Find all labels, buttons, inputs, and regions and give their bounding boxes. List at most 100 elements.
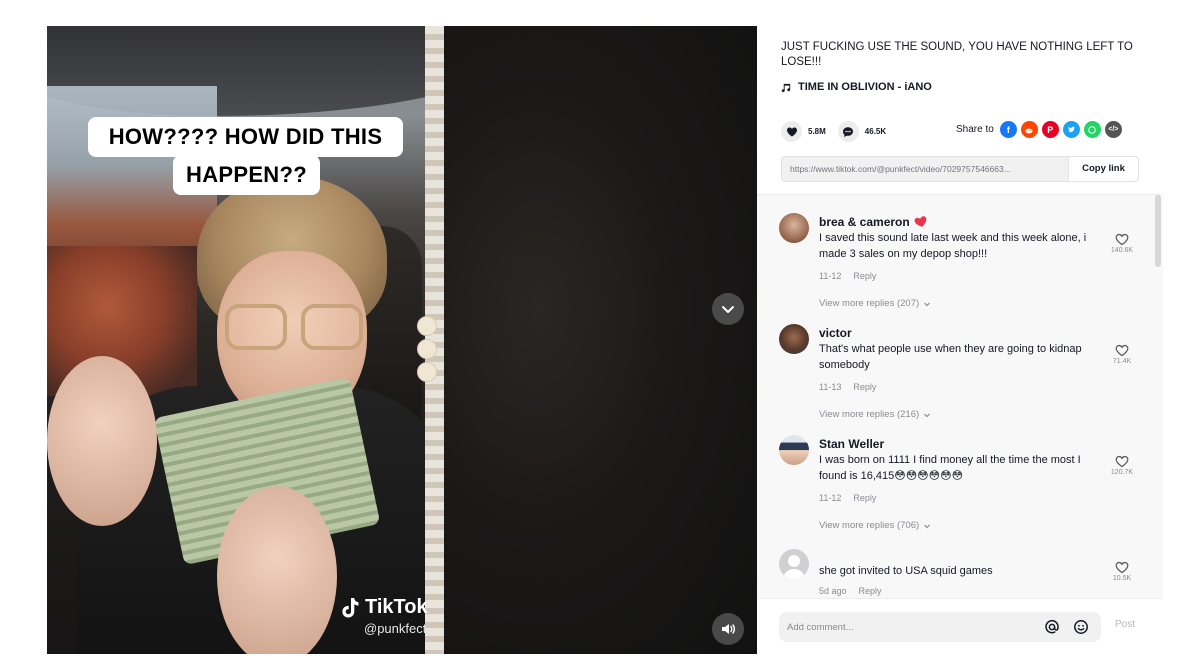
comment-like-button[interactable]: 140.6K [1109,233,1135,254]
comment-like-count: 10.5K [1112,575,1132,582]
reddit-glyph-icon [1025,128,1033,133]
pinterest-icon[interactable]: P [1041,121,1059,138]
reddit-icon[interactable] [1020,121,1038,138]
comment-date: 5d ago [819,586,847,596]
copy-link-button[interactable]: Copy link [1068,157,1138,181]
volume-icon [722,624,736,634]
right-hand-graphic [217,486,337,654]
comment-meta: 11-13 Reply [819,382,876,392]
tiktok-watermark: TikTok @punkfect [340,596,444,636]
whatsapp-icon[interactable] [1083,121,1101,138]
comment-icon [843,126,854,137]
comment-date: 11-12 [819,493,842,503]
comment-like-button[interactable]: 10.5K [1109,561,1135,582]
comment-text: That's what people use when they are goi… [819,343,1082,371]
avatar[interactable] [779,213,809,243]
comment-date: 11-13 [819,382,842,392]
volume-button[interactable] [712,613,744,645]
video-player[interactable]: HOW???? HOW DID THIS HAPPEN?? TikTok @pu… [47,26,757,654]
chevron-down-icon [722,306,734,313]
at-sign-icon [1045,619,1059,634]
facebook-icon[interactable]: f [999,121,1017,138]
avatar[interactable] [779,435,809,465]
share-link-row: https://www.tiktok.com/@punkfect/video/7… [781,156,1139,182]
reply-button[interactable]: Reply [859,586,882,596]
emoji-button[interactable] [1072,618,1090,636]
comment-author[interactable]: victor [819,326,852,340]
video-caption-line-2: HAPPEN?? [173,155,320,195]
left-hand-graphic [47,356,157,526]
view-more-replies-label: View more replies (216) [819,409,920,420]
reply-button[interactable]: Reply [853,382,876,392]
comment-author-name: victor [819,326,852,340]
share-row: Share to f P </> [956,121,1122,138]
music-link[interactable]: TIME IN OBLIVION - iANO [781,81,932,93]
share-link-field[interactable]: https://www.tiktok.com/@punkfect/video/7… [782,157,1068,181]
emoji-icon [1074,620,1088,634]
music-title: TIME IN OBLIVION - iANO [798,81,932,93]
comment-meta: 11-12 Reply [819,493,876,503]
details-panel: JUST FUCKING USE THE SOUND, YOU HAVE NOT… [757,26,1163,654]
beads-graphic [417,316,444,386]
watermark-handle: @punkfect [364,621,427,636]
comment-author[interactable]: brea & cameron [819,215,928,229]
embed-icon[interactable]: </> [1104,121,1122,138]
comment-text: I was born on 1111 I find money all the … [819,454,1081,482]
comment-meta: 5d ago Reply [819,586,882,596]
view-more-replies[interactable]: View more replies (216) [819,409,931,420]
comment-author[interactable]: Stan Weller [819,437,884,451]
tiktok-watermark-label: TikTok [365,596,428,618]
view-more-replies[interactable]: View more replies (207) [819,298,931,309]
twitter-icon[interactable] [1062,121,1080,138]
comments-scrollbar[interactable] [1155,195,1161,598]
post-stats: 5.8M 46.5K [781,121,898,142]
heart-emoji-icon [914,216,927,227]
avatar[interactable] [779,324,809,354]
heart-outline-icon [1115,561,1129,574]
comments-list[interactable]: brea & cameron I saved this sound late l… [757,194,1163,598]
chevron-down-icon [924,524,931,528]
avatar[interactable] [779,549,809,579]
post-comment-button[interactable]: Post [1115,619,1135,630]
video-frame[interactable]: HOW???? HOW DID THIS HAPPEN?? TikTok @pu… [47,26,444,654]
whatsapp-glyph-icon [1088,125,1097,134]
next-video-button[interactable] [712,293,744,325]
like-count: 5.8M [808,127,826,136]
video-dark-background [444,26,757,654]
comment-like-button[interactable]: 71.4K [1109,344,1135,365]
comment-author-name: Stan Weller [819,437,885,451]
glasses-graphic [225,304,365,352]
chevron-down-icon [924,302,931,306]
music-note-icon [781,83,791,92]
comment-composer: Add comment... Post [757,598,1163,654]
twitter-glyph-icon [1067,126,1075,133]
heart-outline-icon [1115,344,1129,357]
comment-input-placeholder: Add comment... [787,621,854,633]
comment-date: 11-12 [819,271,842,281]
heart-outline-icon [1115,233,1129,246]
comment-like-count: 120.7K [1110,469,1134,476]
reply-button[interactable]: Reply [853,493,876,503]
scrollbar-thumb[interactable] [1155,195,1161,267]
comment-like-count: 71.4K [1112,358,1132,365]
like-stat[interactable]: 5.8M [781,121,826,142]
video-caption-line-1: HOW???? HOW DID THIS [88,117,403,157]
comment-input[interactable]: Add comment... [779,612,1101,642]
comment-stat[interactable]: 46.5K [837,121,887,142]
view-more-replies-label: View more replies (207) [819,298,920,309]
reply-button[interactable]: Reply [853,271,876,281]
comment-author-name: brea & cameron [819,215,910,229]
comment-like-button[interactable]: 120.7K [1109,455,1135,476]
tiktok-logo-icon [342,597,359,617]
post-description: JUST FUCKING USE THE SOUND, YOU HAVE NOT… [781,41,1133,68]
share-label: Share to [956,124,994,135]
comment-text: she got invited to USA squid games [819,565,993,577]
chevron-down-icon [924,413,931,417]
heart-outline-icon [1115,455,1129,468]
heart-icon [786,127,797,136]
comment-count: 46.5K [864,127,887,136]
comment-like-count: 140.6K [1110,247,1134,254]
view-more-replies[interactable]: View more replies (706) [819,520,931,531]
mention-button[interactable] [1043,618,1061,636]
view-more-replies-label: View more replies (706) [819,520,920,531]
